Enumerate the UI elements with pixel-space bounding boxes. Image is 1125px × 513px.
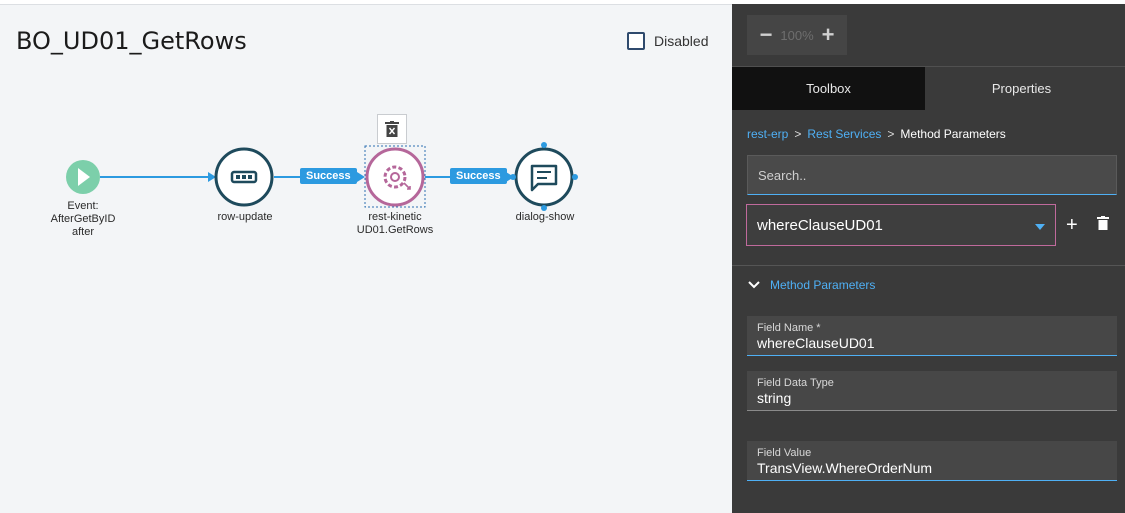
- divider: [732, 265, 1125, 266]
- search-input[interactable]: [747, 155, 1117, 195]
- breadcrumb-rest-services[interactable]: Rest Services: [807, 127, 881, 141]
- chevron-down-icon: [748, 281, 760, 289]
- field-data-type-value: string: [757, 390, 792, 406]
- tab-properties[interactable]: Properties: [925, 67, 1118, 110]
- success-edge-label[interactable]: Success: [300, 168, 357, 184]
- rest-kinetic-label: rest-kinetic UD01.GetRows: [357, 211, 433, 237]
- workflow-canvas[interactable]: BO_UD01_GetRows Disabled Success Success…: [0, 4, 732, 513]
- row-update-node[interactable]: [214, 147, 274, 207]
- event-node[interactable]: [66, 160, 100, 194]
- dialog-show-node[interactable]: [510, 142, 578, 211]
- connector-arrow: [357, 172, 365, 182]
- field-data-type-label: Field Data Type: [757, 377, 834, 389]
- method-parameters-section-header[interactable]: Method Parameters: [748, 278, 875, 292]
- breadcrumb-separator: >: [887, 127, 895, 141]
- connection-port[interactable]: [541, 142, 547, 148]
- zoom-control: − 100% +: [747, 15, 847, 55]
- event-label-line: Event:: [67, 200, 99, 212]
- field-data-type-field[interactable]: Field Data Type string: [747, 371, 1117, 411]
- connection-port[interactable]: [572, 174, 578, 180]
- success-edge-label[interactable]: Success: [450, 168, 507, 184]
- flow-diagram: [66, 142, 578, 211]
- field-value-value: TransView.WhereOrderNum: [757, 460, 933, 476]
- field-name-value: whereClauseUD01: [757, 335, 875, 351]
- delete-node-button[interactable]: [377, 114, 407, 144]
- trash-icon: [1097, 216, 1109, 230]
- breadcrumb: rest-erp > Rest Services > Method Parame…: [747, 127, 1006, 141]
- breadcrumb-separator: >: [794, 127, 802, 141]
- section-title: Method Parameters: [770, 278, 876, 292]
- rest-kinetic-title: rest-kinetic: [368, 211, 422, 223]
- event-label-line: AfterGetByID: [50, 213, 116, 225]
- selected-parameter: whereClauseUD01: [757, 216, 883, 234]
- zoom-level: 100%: [780, 27, 814, 43]
- add-parameter-button[interactable]: +: [1066, 215, 1078, 235]
- method-parameter-select[interactable]: whereClauseUD01: [746, 204, 1056, 246]
- tab-toolbox[interactable]: Toolbox: [732, 67, 925, 110]
- field-name-label: Field Name *: [757, 322, 821, 334]
- connection-port[interactable]: [510, 174, 516, 180]
- delete-parameter-button[interactable]: [1097, 216, 1109, 235]
- zoom-out-button[interactable]: −: [757, 24, 775, 46]
- zoom-in-button[interactable]: +: [819, 24, 837, 46]
- row-update-label: row-update: [217, 211, 273, 223]
- event-node-label: Event: AfterGetByID after: [51, 200, 116, 239]
- field-name-field[interactable]: Field Name * whereClauseUD01: [747, 316, 1117, 356]
- panel-tabs: Toolbox Properties: [732, 66, 1125, 110]
- field-value-label: Field Value: [757, 447, 812, 459]
- breadcrumb-method-parameters: Method Parameters: [900, 127, 1006, 141]
- dialog-show-label: dialog-show: [515, 211, 575, 223]
- rest-kinetic-node[interactable]: [364, 145, 426, 208]
- event-label-line: after: [71, 226, 95, 238]
- field-value-field[interactable]: Field Value TransView.WhereOrderNum: [747, 441, 1117, 481]
- side-panel: − 100% + Toolbox Properties rest-erp > R…: [732, 4, 1125, 513]
- trash-icon: [385, 121, 399, 137]
- caret-down-icon: [1035, 224, 1045, 230]
- breadcrumb-rest-erp[interactable]: rest-erp: [747, 127, 788, 141]
- rest-kinetic-sublabel: UD01.GetRows: [356, 224, 434, 236]
